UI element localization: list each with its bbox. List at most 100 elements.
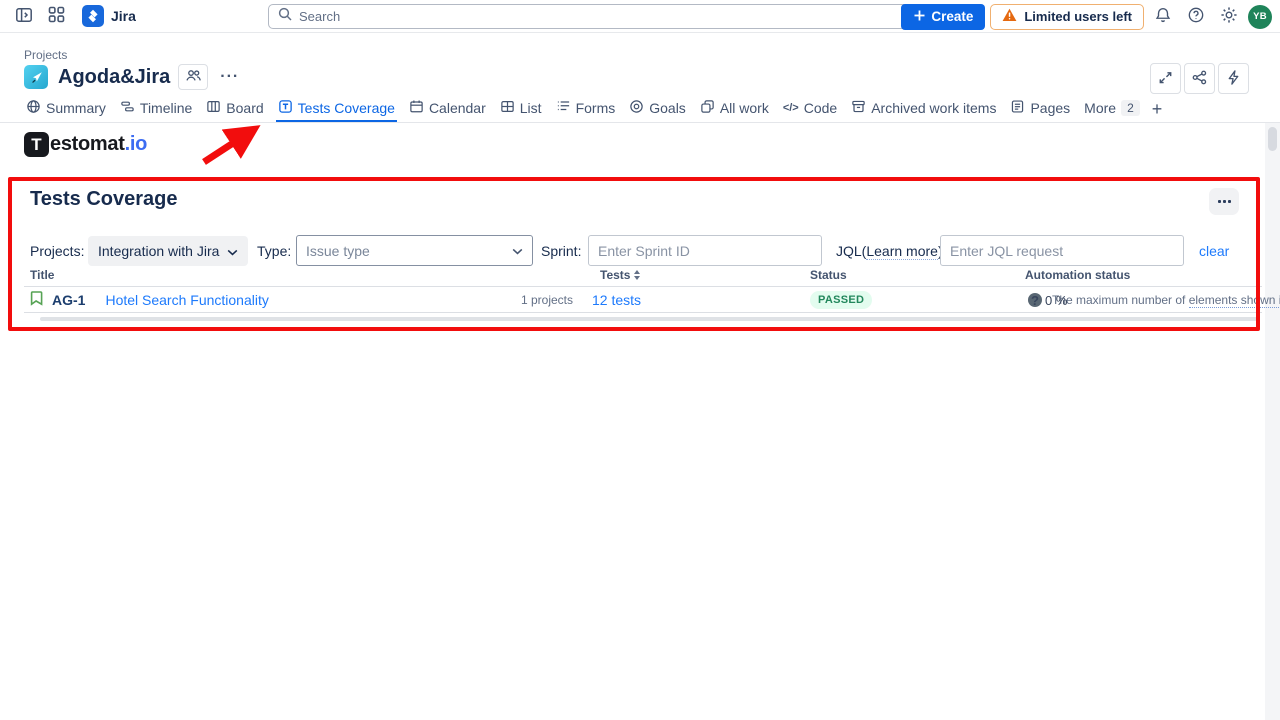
project-header: Agoda&Jira ··· (24, 64, 243, 90)
tab-label: Pages (1030, 100, 1070, 116)
limited-users-label: Limited users left (1024, 9, 1132, 24)
create-button-label: Create (931, 9, 973, 24)
user-avatar[interactable]: YB (1248, 5, 1272, 29)
jql-learn-more-link[interactable]: Learn more (866, 243, 938, 260)
status-badge: PASSED (810, 291, 872, 309)
column-header-tests[interactable]: Tests (600, 268, 640, 282)
gear-icon (1220, 6, 1238, 27)
jql-filter-label: JQL(Learn more): (836, 236, 947, 266)
tab-label: Calendar (429, 100, 486, 116)
clear-filters-link[interactable]: clear (1199, 236, 1229, 266)
projects-dropdown-value: Integration with Jira (98, 243, 219, 259)
issue-key[interactable]: AG-1 (52, 292, 85, 308)
column-header-status[interactable]: Status (810, 268, 847, 282)
tab-all-work[interactable]: All work (698, 96, 771, 122)
tests-cell: 12 tests (592, 287, 641, 313)
expand-icon (1157, 69, 1174, 89)
search-input[interactable] (299, 9, 901, 24)
people-icon (185, 67, 202, 87)
projects-dropdown[interactable]: Integration with Jira (88, 236, 248, 266)
jira-logo-icon (82, 5, 104, 27)
issue-type-select[interactable]: Issue type (296, 235, 533, 266)
ellipsis-icon (1218, 200, 1231, 203)
tab-goals[interactable]: Goals (627, 96, 688, 122)
status-cell: PASSED (810, 287, 872, 313)
tab-list[interactable]: List (498, 96, 544, 122)
tab-more[interactable]: More 2 (1082, 96, 1142, 122)
panel-more-button[interactable] (1209, 188, 1239, 215)
code-icon: </> (783, 102, 799, 114)
global-search[interactable] (268, 4, 910, 29)
top-navigation-bar: Jira Create (0, 0, 1280, 33)
project-more-button[interactable]: ··· (216, 68, 243, 86)
question-circle-icon (1187, 6, 1205, 27)
sidebar-toggle-button[interactable] (10, 3, 38, 29)
app-grid-icon (48, 6, 65, 26)
table-row: AG-1 Hotel Search Functionality 1 projec… (24, 287, 1262, 313)
jira-home-link[interactable]: Jira (82, 5, 136, 27)
column-header-title[interactable]: Title (30, 268, 54, 282)
projects-count-cell: 1 projects (462, 287, 573, 313)
tab-code[interactable]: </> Code (781, 96, 839, 122)
tests-count-link[interactable]: 12 tests (592, 292, 641, 308)
globe-icon (26, 99, 41, 117)
tab-label: Code (804, 100, 837, 116)
title-cell: AG-1 Hotel Search Functionality (30, 287, 269, 313)
testomat-logo-suffix: .io (125, 133, 147, 156)
add-tab-button[interactable]: + (1152, 99, 1167, 122)
topbar-actions: Create Limited users left (901, 0, 1272, 33)
tab-summary[interactable]: Summary (24, 96, 108, 122)
project-avatar (24, 65, 48, 89)
issue-title-link[interactable]: Hotel Search Functionality (105, 292, 268, 308)
sprint-input[interactable] (588, 235, 822, 266)
tab-label: Timeline (140, 100, 192, 116)
breadcrumb[interactable]: Projects (24, 48, 67, 62)
tab-timeline[interactable]: Timeline (118, 96, 194, 122)
automation-button[interactable] (1218, 63, 1249, 94)
tab-forms[interactable]: Forms (554, 96, 618, 122)
footnote-underlined: elements shown is 100 (1189, 293, 1280, 308)
vertical-scrollbar[interactable] (1265, 123, 1280, 720)
list-icon (500, 99, 515, 117)
app-switcher-button[interactable] (42, 3, 70, 29)
tab-archived-work-items[interactable]: Archived work items (849, 96, 998, 122)
question-circle-icon[interactable]: ? (1028, 293, 1042, 307)
sidebar-toggle-icon (15, 6, 33, 27)
all-work-icon (700, 99, 715, 117)
tab-label: Archived work items (871, 100, 996, 116)
limited-users-button[interactable]: Limited users left (990, 4, 1144, 30)
tab-label: Board (226, 100, 263, 116)
jql-input[interactable] (940, 235, 1184, 266)
projects-count-label: 1 projects (521, 293, 573, 307)
settings-button[interactable] (1215, 4, 1243, 30)
tab-label: Tests Coverage (298, 100, 395, 116)
project-title: Agoda&Jira (58, 66, 170, 89)
tab-board[interactable]: Board (204, 96, 265, 122)
tests-header-label: Tests (600, 268, 630, 282)
help-button[interactable] (1182, 4, 1210, 30)
share-button[interactable] (1184, 63, 1215, 94)
more-label: More (1084, 100, 1116, 116)
fullscreen-button[interactable] (1150, 63, 1181, 94)
type-filter-label: Type: (257, 236, 291, 266)
tab-label: All work (720, 100, 769, 116)
testomat-logo[interactable]: T estomat .io (24, 132, 147, 157)
create-button[interactable]: Create (901, 4, 985, 30)
notifications-button[interactable] (1149, 4, 1177, 30)
tab-label: List (520, 100, 542, 116)
share-icon (1191, 69, 1208, 89)
tab-calendar[interactable]: Calendar (407, 96, 488, 122)
tab-label: Forms (576, 100, 616, 116)
project-members-button[interactable] (178, 64, 208, 90)
bookmark-icon (30, 290, 44, 311)
tab-tests-coverage[interactable]: Tests Coverage (276, 96, 397, 122)
horizontal-scrollbar[interactable] (40, 317, 1258, 321)
tab-pages[interactable]: Pages (1008, 96, 1072, 122)
bell-icon (1154, 6, 1172, 27)
lightning-icon (1225, 69, 1242, 89)
tab-label: Goals (649, 100, 686, 116)
column-header-automation-status[interactable]: Automation status (1025, 268, 1130, 282)
calendar-icon (409, 99, 424, 117)
scrollbar-thumb[interactable] (1268, 127, 1277, 151)
sort-icon[interactable] (634, 270, 640, 280)
